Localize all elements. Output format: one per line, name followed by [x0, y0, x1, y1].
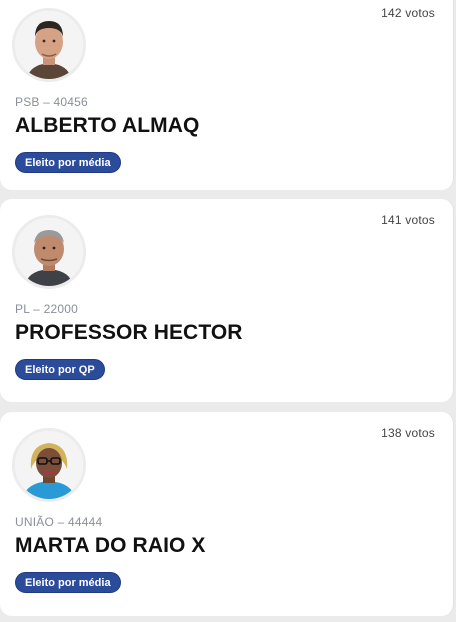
vote-count: 141 votos — [381, 213, 435, 227]
candidate-photo — [12, 215, 86, 289]
candidate-photo-image — [15, 218, 83, 286]
election-status-badge: Eleito por QP — [15, 359, 105, 380]
election-status-badge: Eleito por média — [15, 152, 121, 173]
election-status-badge: Eleito por média — [15, 572, 121, 593]
candidate-photo-image — [15, 431, 83, 499]
party-number: PSB – 40456 — [15, 95, 88, 109]
candidate-name: MARTA DO RAIO X — [15, 534, 206, 557]
candidate-card[interactable]: 138 votos UNIÃO – 44444 MARTA DO RAIO X … — [0, 412, 454, 616]
candidate-name: PROFESSOR HECTOR — [15, 321, 243, 344]
candidate-card[interactable]: 142 votos PSB – 40456 ALBERTO ALMAQ Elei… — [0, 0, 454, 190]
candidate-name: ALBERTO ALMAQ — [15, 114, 200, 137]
candidate-list: 142 votos PSB – 40456 ALBERTO ALMAQ Elei… — [0, 0, 456, 622]
candidate-photo — [12, 428, 86, 502]
candidate-photo — [12, 8, 86, 82]
party-number: PL – 22000 — [15, 302, 78, 316]
candidate-card[interactable]: 141 votos PL – 22000 PROFESSOR HECTOR El… — [0, 199, 454, 402]
vote-count: 142 votos — [381, 6, 435, 20]
party-number: UNIÃO – 44444 — [15, 515, 103, 529]
vote-count: 138 votos — [381, 426, 435, 440]
candidate-photo-image — [15, 11, 83, 79]
